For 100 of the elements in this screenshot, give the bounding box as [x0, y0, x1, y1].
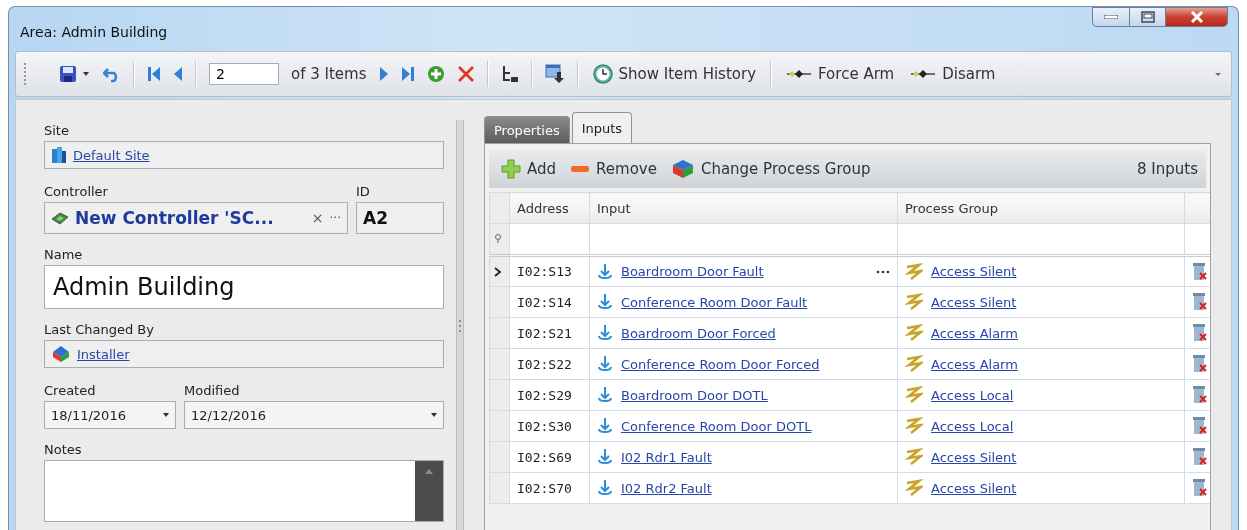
delete-icon[interactable]	[456, 65, 475, 83]
previous-icon[interactable]	[173, 66, 183, 82]
clock-icon[interactable]	[592, 64, 613, 84]
table-cell: I02:S69	[509, 441, 590, 473]
filter-cell[interactable]	[509, 223, 590, 256]
created-label: Created	[44, 382, 97, 398]
process-group-link[interactable]: Access Silent	[931, 294, 1017, 310]
remove-button[interactable]: Remove	[570, 160, 657, 178]
controller-value: New Controller 'SC...	[75, 208, 274, 228]
modified-label: Modified	[184, 382, 241, 398]
show-item-history-button[interactable]: Show Item History	[590, 62, 759, 86]
delete-icon[interactable]	[1192, 416, 1208, 436]
process-group-link[interactable]: Access Alarm	[931, 325, 1018, 341]
building-icon	[51, 146, 67, 164]
add-icon[interactable]	[426, 65, 445, 83]
disarm-button[interactable]: Disarm	[908, 63, 998, 85]
process-group-link[interactable]: Access Silent	[931, 480, 1017, 496]
controller-icon	[51, 211, 69, 225]
delete-icon[interactable]	[1192, 385, 1208, 405]
table-cell: I02:S14	[509, 286, 590, 318]
input-icon	[597, 293, 613, 311]
table-cell: I02:S29	[509, 379, 590, 411]
cube-icon[interactable]	[670, 159, 695, 179]
record-number-field[interactable]: 2	[209, 63, 279, 85]
user-group-icon	[51, 345, 71, 363]
window-arrow-icon[interactable]	[544, 64, 565, 84]
table-cell: I02:S70	[509, 472, 590, 504]
controller-label: Controller	[44, 183, 109, 199]
delete-icon[interactable]	[1192, 261, 1208, 282]
clear-button[interactable]: ×	[311, 210, 324, 226]
delete-icon[interactable]	[1192, 447, 1208, 467]
input-link[interactable]: I02 Rdr2 Fault	[621, 480, 712, 496]
column-header[interactable]: Process Group	[897, 192, 1185, 224]
ellipsis-icon[interactable]	[876, 269, 890, 274]
save-button[interactable]	[57, 63, 91, 85]
filter-cell[interactable]	[589, 223, 898, 256]
date-value: 18/11/2016	[51, 407, 126, 423]
last-changed-by-field[interactable]: Installer	[44, 340, 444, 368]
column-header[interactable]: Address	[509, 192, 590, 224]
date-value: 12/12/2016	[191, 407, 266, 423]
caret-icon[interactable]	[83, 72, 89, 76]
last-changed-by-label: Last Changed By	[44, 321, 155, 337]
notes-field[interactable]	[44, 460, 444, 522]
close-button[interactable]	[1166, 7, 1228, 27]
table-cell: I02:S22	[509, 348, 590, 380]
window-title: Area: Admin Building	[20, 24, 168, 40]
input-icon	[597, 479, 613, 497]
process-group-link[interactable]: Access Local	[931, 418, 1014, 434]
arm-icon[interactable]	[786, 69, 813, 79]
delete-icon[interactable]	[1192, 323, 1208, 343]
hierarchy-icon[interactable]	[500, 65, 519, 83]
delete-icon[interactable]	[1192, 354, 1208, 374]
filter-icon[interactable]	[494, 234, 502, 244]
site-link[interactable]: Default Site	[73, 147, 150, 163]
controller-field[interactable]: New Controller 'SC... × ···	[44, 202, 348, 234]
save-icon[interactable]	[59, 65, 77, 83]
delete-icon[interactable]	[1192, 292, 1208, 312]
table-cell: I02:S21	[509, 317, 590, 349]
add-button[interactable]: Add	[501, 159, 557, 179]
process-group-link[interactable]: Access Alarm	[931, 356, 1018, 372]
next-icon[interactable]	[378, 66, 389, 82]
modified-date-field[interactable]: 12/12/2016	[184, 401, 444, 429]
disarm-icon[interactable]	[910, 69, 937, 79]
minimize-button[interactable]	[1092, 7, 1130, 27]
name-field[interactable]: Admin Building	[44, 265, 444, 309]
force-arm-button[interactable]: Force Arm	[784, 63, 897, 85]
user-link[interactable]: Installer	[77, 346, 130, 362]
splitter-handle[interactable]	[456, 120, 464, 530]
process-group-link[interactable]: Access Silent	[931, 264, 1017, 279]
overflow-icon[interactable]	[1215, 72, 1221, 76]
filter-cell[interactable]	[897, 223, 1185, 256]
caret-icon[interactable]	[163, 413, 169, 417]
input-count: 8 Inputs	[1137, 160, 1198, 178]
scrollbar[interactable]	[415, 461, 443, 521]
tab[interactable]: Properties	[484, 116, 570, 143]
column-header[interactable]: Input	[589, 192, 898, 224]
id-label: ID	[356, 183, 371, 199]
name-label: Name	[44, 246, 84, 262]
input-icon	[597, 386, 613, 404]
last-icon[interactable]	[400, 66, 415, 82]
close-icon	[1189, 11, 1204, 23]
table-cell: I02:S30	[509, 410, 590, 442]
site-label: Site	[44, 122, 70, 138]
input-icon	[597, 417, 613, 435]
created-date-field[interactable]: 18/11/2016	[44, 401, 176, 429]
scroll-up-icon[interactable]	[425, 469, 433, 474]
maximize-button[interactable]	[1130, 7, 1166, 27]
maximize-icon	[1140, 11, 1155, 23]
delete-icon[interactable]	[1192, 478, 1208, 498]
tab[interactable]: Inputs	[571, 112, 633, 143]
id-field[interactable]: A2	[356, 202, 444, 234]
input-link[interactable]: I02 Rdr1 Fault	[621, 449, 712, 465]
browse-button[interactable]: ···	[329, 211, 341, 225]
record-count: of 3 Items	[291, 65, 367, 83]
first-icon[interactable]	[147, 66, 161, 82]
process-group-link[interactable]: Access Local	[931, 387, 1014, 403]
caret-icon[interactable]	[431, 413, 437, 417]
process-group-link[interactable]: Access Silent	[931, 449, 1017, 465]
site-field[interactable]: Default Site	[44, 141, 444, 169]
change-process-group-button[interactable]: Change Process Group	[670, 159, 871, 179]
